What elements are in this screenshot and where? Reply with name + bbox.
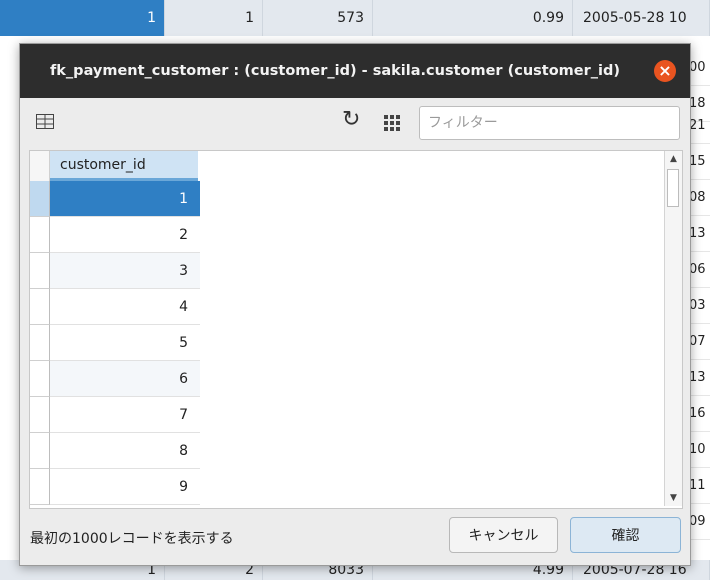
confirm-button[interactable]: 確認 — [570, 517, 681, 553]
bg-cell[interactable]: 1 — [0, 0, 165, 36]
close-icon[interactable]: × — [654, 60, 676, 82]
row-selector[interactable] — [30, 181, 50, 217]
bg-fragment: 16 — [688, 396, 710, 432]
bg-fragment: 08 — [688, 180, 710, 216]
customer-id-table: customer_id 1 2 3 4 5 6 7 8 9 ▲ ▼ — [29, 150, 683, 509]
dialog-titlebar[interactable]: fk_payment_customer : (customer_id) - sa… — [20, 44, 690, 98]
bg-fragment: 15 — [688, 144, 710, 180]
bg-fragment: 21 — [688, 108, 710, 144]
table-header: customer_id — [30, 151, 198, 181]
bg-fragment: 06 — [688, 252, 710, 288]
dialog-toolbar: ↻ — [20, 98, 690, 148]
scroll-down-icon[interactable]: ▼ — [665, 490, 682, 506]
filter-input[interactable] — [419, 106, 680, 140]
cell-customer-id[interactable]: 7 — [50, 397, 200, 433]
header-corner — [30, 151, 50, 181]
row-selector[interactable] — [30, 469, 50, 505]
bg-fragment: 03 — [688, 288, 710, 324]
row-selector[interactable] — [30, 217, 50, 253]
bg-fragment: 11 — [688, 468, 710, 504]
cell-customer-id[interactable]: 2 — [50, 217, 200, 253]
table-row[interactable]: 2 — [30, 217, 200, 253]
cancel-button[interactable]: キャンセル — [449, 517, 558, 553]
table-row[interactable]: 3 — [30, 253, 200, 289]
cell-customer-id[interactable]: 8 — [50, 433, 200, 469]
bg-fragment: 10 — [688, 432, 710, 468]
background-right-column: 00 18 21 15 08 13 06 03 07 13 16 10 11 0… — [688, 36, 710, 560]
row-selector[interactable] — [30, 253, 50, 289]
cell-customer-id[interactable]: 6 — [50, 361, 200, 397]
table-row[interactable]: 9 — [30, 469, 200, 505]
scroll-up-icon[interactable]: ▲ — [665, 151, 682, 167]
columns-icon[interactable] — [384, 115, 400, 131]
bg-cell[interactable]: 1 — [165, 0, 263, 36]
row-selector[interactable] — [30, 433, 50, 469]
table-row[interactable]: 6 — [30, 361, 200, 397]
cell-customer-id[interactable]: 3 — [50, 253, 200, 289]
grid-view-icon[interactable] — [36, 114, 54, 129]
bg-fragment: 00 — [688, 50, 710, 86]
bg-fragment: 13 — [688, 360, 710, 396]
dialog-footer: 最初の1000レコードを表示する キャンセル 確認 — [20, 510, 690, 565]
row-selector[interactable] — [30, 289, 50, 325]
background-row-top[interactable]: 1 1 573 0.99 2005-05-28 10 — [0, 0, 710, 36]
table-row[interactable]: 5 — [30, 325, 200, 361]
table-row[interactable]: 1 — [30, 181, 200, 217]
bg-cell[interactable]: 573 — [263, 0, 373, 36]
cell-customer-id[interactable]: 4 — [50, 289, 200, 325]
cell-customer-id[interactable]: 1 — [50, 181, 200, 217]
refresh-icon[interactable]: ↻ — [342, 107, 360, 132]
record-limit-note: 最初の1000レコードを表示する — [30, 531, 234, 547]
vertical-scrollbar[interactable]: ▲ ▼ — [664, 151, 682, 506]
row-selector[interactable] — [30, 361, 50, 397]
table-row[interactable]: 7 — [30, 397, 200, 433]
bg-fragment: 07 — [688, 324, 710, 360]
cell-customer-id[interactable]: 9 — [50, 469, 200, 505]
foreign-key-dialog: fk_payment_customer : (customer_id) - sa… — [19, 43, 691, 566]
cell-customer-id[interactable]: 5 — [50, 325, 200, 361]
row-selector[interactable] — [30, 325, 50, 361]
dialog-title: fk_payment_customer : (customer_id) - sa… — [49, 63, 621, 79]
row-selector[interactable] — [30, 397, 50, 433]
bg-cell[interactable]: 2005-05-28 10 — [573, 0, 710, 36]
table-row[interactable]: 4 — [30, 289, 200, 325]
bg-fragment: 13 — [688, 216, 710, 252]
column-header-customer-id[interactable]: customer_id — [50, 151, 198, 181]
table-row[interactable]: 8 — [30, 433, 200, 469]
bg-cell[interactable]: 0.99 — [373, 0, 573, 36]
bg-fragment: 09 — [688, 504, 710, 540]
scroll-thumb[interactable] — [667, 169, 679, 207]
